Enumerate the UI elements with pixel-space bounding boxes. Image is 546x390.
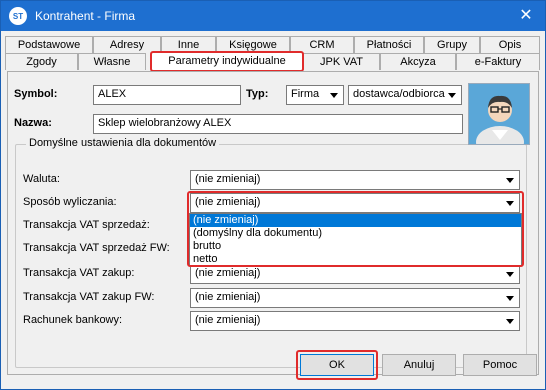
chevron-down-icon <box>506 201 514 206</box>
chevron-down-icon <box>506 319 514 324</box>
vat-sprzedaz-label: Transakcja VAT sprzedaż: <box>23 219 150 231</box>
vat-zakup-fw-value: (nie zmieniaj) <box>195 291 261 303</box>
vat-zakup-select[interactable]: (nie zmieniaj) <box>190 264 520 284</box>
sposob-wyliczania-dropdown[interactable]: (nie zmieniaj) (domyślny dla dokumentu) … <box>189 213 522 266</box>
rachunek-bankowy-value: (nie zmieniaj) <box>195 314 261 326</box>
dropdown-option[interactable]: netto <box>190 253 521 266</box>
cancel-button[interactable]: Anuluj <box>382 354 456 376</box>
dropdown-option[interactable]: brutto <box>190 240 521 253</box>
chevron-down-icon <box>448 93 456 98</box>
tab-inne[interactable]: Inne <box>161 36 216 53</box>
typ-value: Firma <box>291 88 320 100</box>
symbol-label: Symbol: <box>14 88 58 100</box>
sposob-wyliczania-value: (nie zmieniaj) <box>195 196 261 208</box>
vat-zakup-fw-label: Transakcja VAT zakup FW: <box>23 291 155 303</box>
sposob-wyliczania-label: Sposób wyliczania: <box>23 196 117 208</box>
group-title: Domyślne ustawienia dla dokumentów <box>26 137 220 149</box>
tab-crm[interactable]: CRM <box>290 36 354 53</box>
waluta-label: Waluta: <box>23 173 60 185</box>
chevron-down-icon <box>330 93 338 98</box>
tab-opis[interactable]: Opis <box>480 36 540 53</box>
symbol-input[interactable]: ALEX <box>93 85 241 105</box>
tab-akcyza[interactable]: Akcyza <box>380 53 456 70</box>
dialog-content: Podstawowe Adresy Inne Księgowe CRM Płat… <box>2 31 544 389</box>
nazwa-input[interactable]: Sklep wielobranżowy ALEX <box>93 114 463 134</box>
close-icon[interactable]: ✕ <box>517 7 535 25</box>
tab-zgody[interactable]: Zgody <box>5 53 78 70</box>
chevron-down-icon <box>506 178 514 183</box>
vat-zakup-fw-select[interactable]: (nie zmieniaj) <box>190 288 520 308</box>
app-icon: ST <box>9 7 27 25</box>
window-title: Kontrahent - Firma <box>35 9 136 23</box>
rachunek-bankowy-label: Rachunek bankowy: <box>23 314 123 326</box>
vat-zakup-value: (nie zmieniaj) <box>195 267 261 279</box>
waluta-value: (nie zmieniaj) <box>195 173 261 185</box>
rachunek-bankowy-select[interactable]: (nie zmieniaj) <box>190 311 520 331</box>
dialog-window: ST Kontrahent - Firma ✕ Podstawowe Adres… <box>0 0 546 390</box>
vat-sprzedaz-fw-label: Transakcja VAT sprzedaż FW: <box>23 242 170 254</box>
person-icon <box>469 84 529 144</box>
tab-jpk-vat[interactable]: JPK VAT <box>303 53 380 70</box>
dropdown-option[interactable]: (domyślny dla dokumentu) <box>190 227 521 240</box>
contact-avatar <box>468 83 530 145</box>
typ-select[interactable]: Firma <box>286 85 344 105</box>
title-bar[interactable]: ST Kontrahent - Firma ✕ <box>1 1 545 31</box>
role-value: dostawca/odbiorca <box>353 88 445 100</box>
dropdown-option[interactable]: (nie zmieniaj) <box>190 214 521 227</box>
tab-platnosci[interactable]: Płatności <box>354 36 424 53</box>
waluta-select[interactable]: (nie zmieniaj) <box>190 170 520 190</box>
tab-wlasne[interactable]: Własne <box>78 53 146 70</box>
nazwa-label: Nazwa: <box>14 117 52 129</box>
chevron-down-icon <box>506 296 514 301</box>
help-button[interactable]: Pomoc <box>463 354 537 376</box>
role-select[interactable]: dostawca/odbiorca <box>348 85 462 105</box>
tab-podstawowe[interactable]: Podstawowe <box>5 36 93 53</box>
tab-e-faktury[interactable]: e-Faktury <box>456 53 540 70</box>
sposob-wyliczania-select[interactable]: (nie zmieniaj) <box>190 193 520 213</box>
tab-parametry-indywidualne[interactable]: Parametry indywidualne <box>151 52 303 71</box>
tab-ksiegowe[interactable]: Księgowe <box>216 36 290 53</box>
ok-button[interactable]: OK <box>300 354 374 376</box>
chevron-down-icon <box>506 272 514 277</box>
tab-adresy[interactable]: Adresy <box>93 36 161 53</box>
typ-label: Typ: <box>246 88 269 100</box>
tab-grupy[interactable]: Grupy <box>424 36 480 53</box>
vat-zakup-label: Transakcja VAT zakup: <box>23 267 135 279</box>
